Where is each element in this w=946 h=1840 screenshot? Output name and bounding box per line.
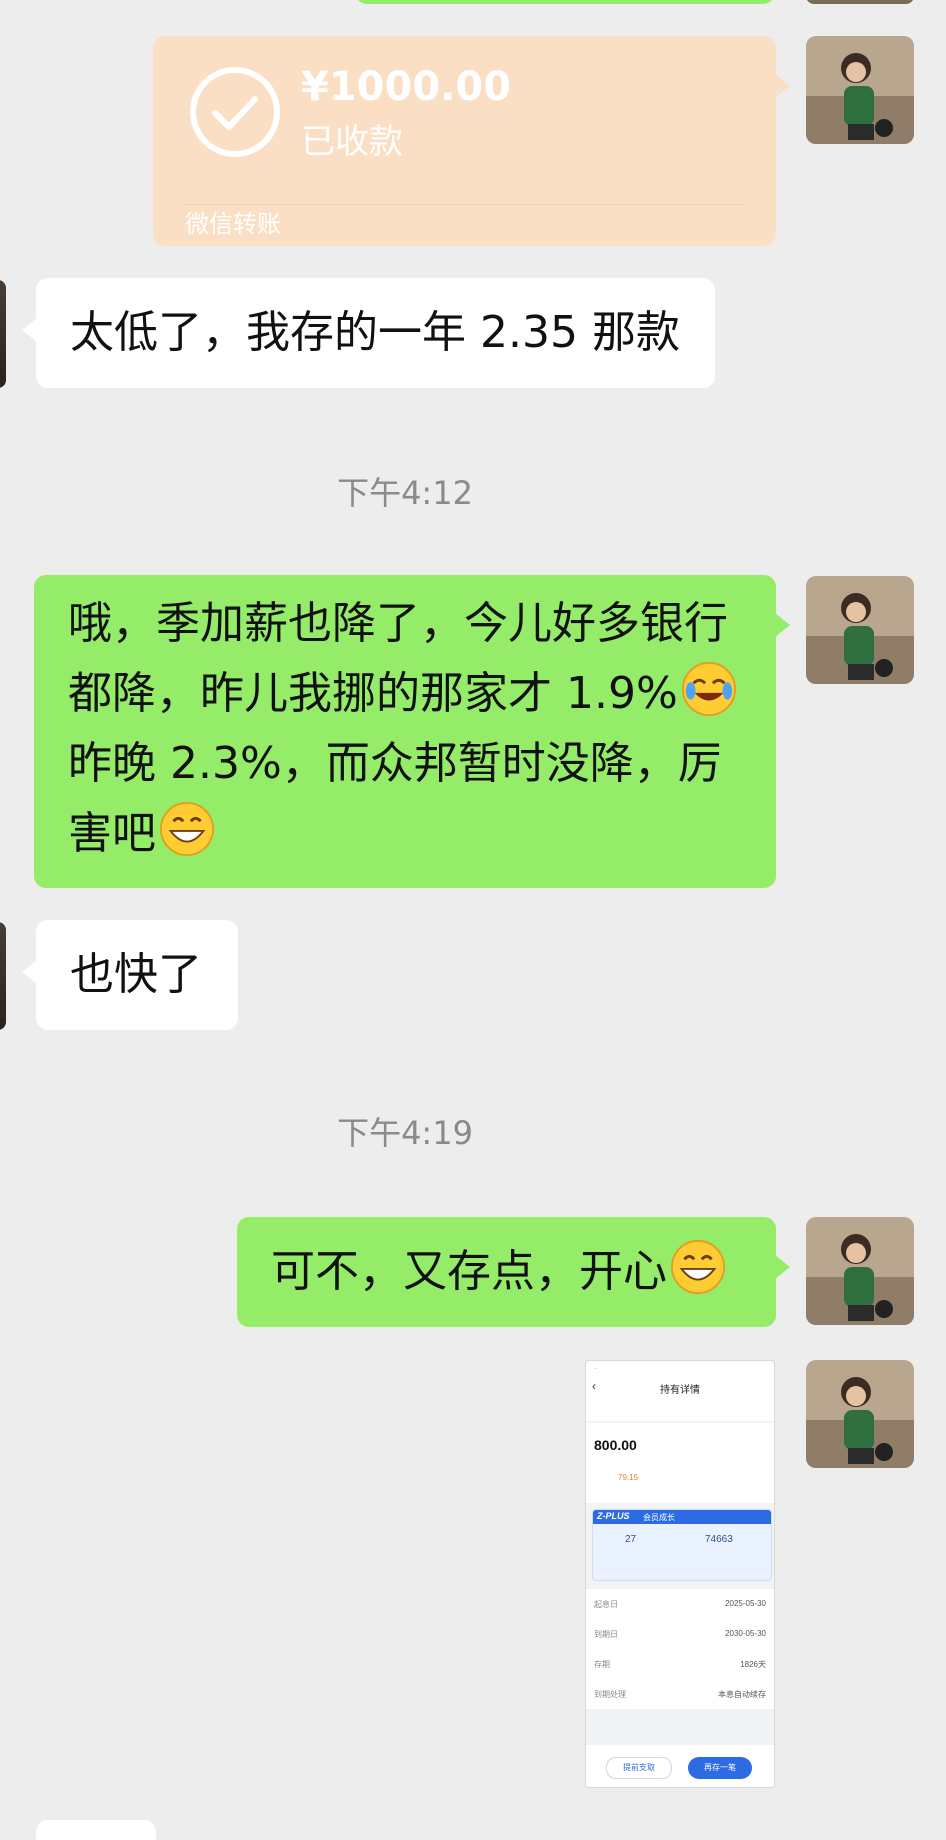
row-label: 到期日 [594,1630,618,1639]
screenshot-title: 持有详情 [660,1385,700,1396]
row-value: 2025-05-30 [725,1599,766,1608]
transfer-footer: 微信转账 [185,210,281,238]
row-label: 起息日 [594,1600,618,1609]
withdraw-button: 提前支取 [606,1757,672,1779]
transfer-amount: ¥1000.00 [301,64,512,110]
deposit-again-button: 再存一笔 [688,1757,752,1779]
row-value: 本息自动续存 [718,1690,766,1699]
timestamp: 下午4:12 [337,474,473,512]
message-text: 可不，又存点，开心 [271,1246,667,1297]
avatar[interactable] [806,36,914,144]
stat-value: 79.15 [618,1473,639,1482]
grinning-emoji [669,1238,727,1296]
message-line: 昨晚 2.3%，而众邦暂时没降，厉 [68,738,722,789]
message-line: 害吧 [68,799,742,869]
message-bubble-outgoing[interactable]: 哦，季加薪也降了，今儿好多银行 都降，昨儿我挪的那家才 1.9% 昨晚 2.3%… [34,575,790,888]
message-bubble-outgoing[interactable]: 可不，又存点，开心 [237,1217,790,1327]
promo-banner: Z-PLUS 会员成长 27 74663 [592,1509,772,1581]
banner-title: 会员成长 [643,1513,675,1522]
status-bar: · [594,1364,597,1373]
message-text: 太低了，我存的一年 2.35 那款 [70,307,680,358]
banner-stat-left: 27 [625,1534,637,1545]
next-message-bubble[interactable] [36,1820,156,1840]
image-message[interactable]: · ‹ 持有详情 800.00 79.15 Z-PLUS 会员成长 27 746… [585,1360,775,1788]
principal-card [586,1423,774,1503]
row-label: 存期 [594,1660,610,1669]
check-circle-icon [189,66,281,158]
grinning-emoji [158,800,216,858]
message-line: 都降，昨儿我挪的那家才 1.9% [68,659,742,729]
laugh-cry-emoji [680,660,738,718]
previous-avatar[interactable] [806,0,914,4]
message-bubble-incoming[interactable]: 也快了 [22,920,238,1030]
message-line: 哦，季加薪也降了，今儿好多银行 [68,598,728,649]
contact-avatar[interactable] [0,922,6,1030]
avatar[interactable] [806,576,914,684]
previous-message-bubble[interactable] [355,0,775,4]
transfer-status: 已收款 [301,122,403,162]
avatar[interactable] [806,1360,914,1468]
avatar[interactable] [806,1217,914,1325]
row-label: 到期处理 [594,1690,626,1699]
row-value: 1826天 [740,1660,766,1669]
contact-avatar[interactable] [0,280,6,388]
timestamp: 下午4:19 [337,1114,473,1152]
banner-stat-right: 74663 [705,1534,733,1545]
message-text: 也快了 [70,949,202,1000]
banner-brand: Z-PLUS [597,1511,630,1521]
row-value: 2030-05-30 [725,1629,766,1638]
message-bubble-incoming[interactable]: 太低了，我存的一年 2.35 那款 [22,278,715,388]
principal-value: 800.00 [594,1437,637,1453]
transfer-card[interactable]: ¥1000.00 已收款 微信转账 [153,36,790,246]
